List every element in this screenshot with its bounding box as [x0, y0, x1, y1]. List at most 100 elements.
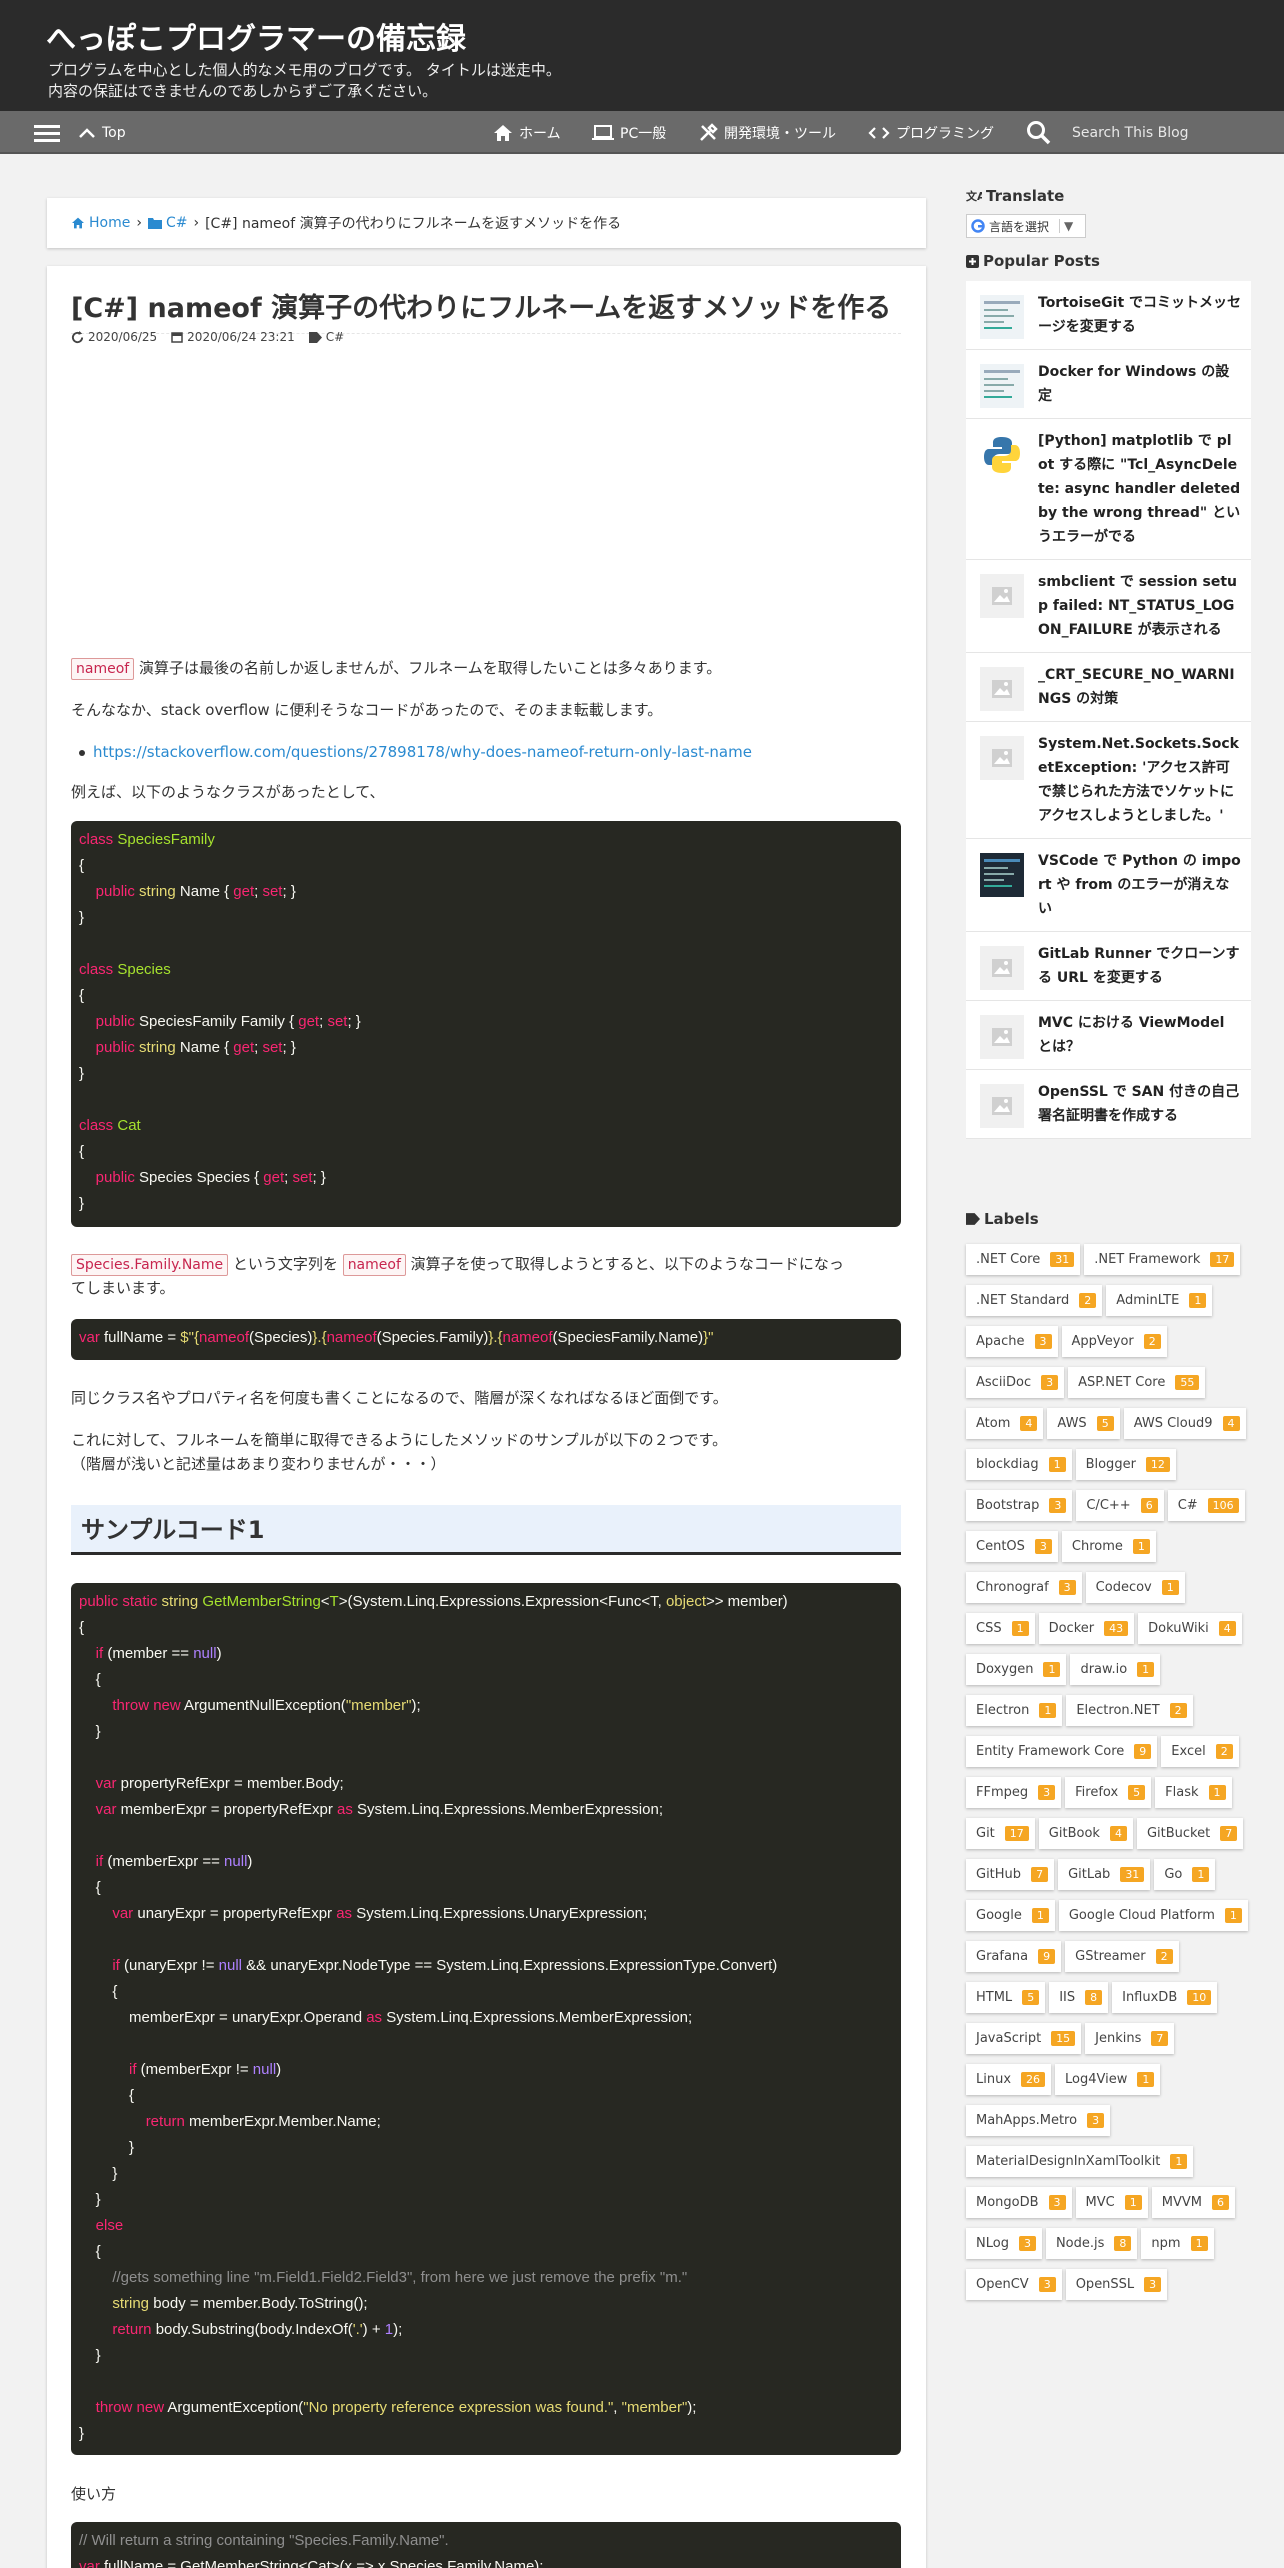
popular-post-item[interactable]: System.Net.Sockets.SocketException: 'アクセ… [966, 722, 1251, 839]
label-count: 3 [1087, 2113, 1105, 2128]
nav-tools-link[interactable]: 開発環境・ツール [698, 111, 836, 154]
search-input[interactable]: Search This Blog [1072, 125, 1189, 141]
label-count: 4 [1109, 1826, 1127, 1841]
label-chip[interactable]: HTML 5 [966, 1982, 1046, 2013]
nav-programming-link[interactable]: プログラミング [868, 111, 994, 154]
label-chip[interactable]: Entity Framework Core 9 [966, 1736, 1158, 1767]
label-chip[interactable]: GitBucket 7 [1136, 1818, 1244, 1849]
label-chip[interactable]: GitHub 7 [966, 1859, 1055, 1890]
label-chip[interactable]: Go 1 [1154, 1859, 1216, 1890]
label-chip[interactable]: Node.js 8 [1045, 2228, 1138, 2259]
label-chip[interactable]: AsciiDoc 3 [966, 1367, 1065, 1398]
label-chip[interactable]: Bootstrap 3 [966, 1490, 1073, 1521]
post-label[interactable]: C# [308, 330, 344, 344]
label-chip[interactable]: CentOS 3 [966, 1531, 1058, 1562]
label-chip[interactable]: Git 17 [966, 1818, 1035, 1849]
label-chip[interactable]: AWS 5 [1047, 1408, 1120, 1439]
label-chip[interactable]: Docker 43 [1038, 1613, 1135, 1644]
popular-post-item[interactable]: [Python] matplotlib で plot する際に "Tcl_Asy… [966, 419, 1251, 560]
label-chip[interactable]: Linux 26 [966, 2064, 1052, 2095]
label-chip[interactable]: .NET Framework 17 [1084, 1244, 1241, 1275]
label-count: 3 [1058, 1580, 1076, 1595]
label-chip[interactable]: DokuWiki 4 [1138, 1613, 1242, 1644]
nav-pc-link[interactable]: PC一般 [592, 111, 666, 154]
label-chip[interactable]: C# 106 [1167, 1490, 1245, 1521]
label-chip[interactable]: AppVeyor 2 [1061, 1326, 1167, 1357]
label-chip[interactable]: MahApps.Metro 3 [966, 2105, 1111, 2136]
label-chip[interactable]: Google 1 [966, 1900, 1055, 1931]
label-count: 9 [1038, 1949, 1056, 1964]
label-chip[interactable]: FFmpeg 3 [966, 1777, 1062, 1808]
label-chip[interactable]: Blogger 12 [1075, 1449, 1176, 1480]
label-chip[interactable]: AdminLTE 1 [1106, 1285, 1213, 1316]
label-chip[interactable]: IIS 8 [1049, 1982, 1109, 2013]
label-chip[interactable]: AWS Cloud9 4 [1123, 1408, 1246, 1439]
label-chip[interactable]: InfluxDB 10 [1112, 1982, 1218, 2013]
label-chip[interactable]: draw.io 1 [1070, 1654, 1161, 1685]
label-chip[interactable]: NLog 3 [966, 2228, 1042, 2259]
label-chip[interactable]: blockdiag 1 [966, 1449, 1072, 1480]
label-chip[interactable]: GStreamer 2 [1065, 1941, 1179, 1972]
label-count: 55 [1175, 1375, 1200, 1390]
label-chip[interactable]: Log4View 1 [1055, 2064, 1161, 2095]
updated-date-text: 2020/06/25 [88, 330, 158, 344]
label-chip[interactable]: Grafana 9 [966, 1941, 1062, 1972]
popular-post-item[interactable]: TortoiseGit でコミットメッセージを変更する [966, 281, 1251, 350]
search-box[interactable]: Search This Blog [1026, 111, 1189, 154]
label-name: AppVeyor [1071, 1334, 1134, 1349]
stackoverflow-link[interactable]: https://stackoverflow.com/questions/2789… [93, 743, 752, 761]
nav-home-label: ホーム [519, 125, 561, 142]
popular-post-item[interactable]: GitLab Runner でクローンする URL を変更する [966, 932, 1251, 1001]
label-chip[interactable]: Jenkins 7 [1085, 2023, 1175, 2054]
code-block: class SpeciesFamily { public string Name… [71, 821, 901, 1227]
label-chip[interactable]: Chronograf 3 [966, 1572, 1082, 1603]
breadcrumb-home-link[interactable]: Home [71, 215, 130, 231]
label-chip[interactable]: Atom 4 [966, 1408, 1044, 1439]
inline-code: nameof [342, 1254, 406, 1276]
popular-post-title: Docker for Windows の設定 [1038, 364, 1230, 404]
label-chip[interactable]: Excel 2 [1161, 1736, 1239, 1767]
label-chip[interactable]: C/C++ 6 [1076, 1490, 1164, 1521]
label-chip[interactable]: Electron 1 [966, 1695, 1063, 1726]
label-name: AWS [1057, 1416, 1087, 1431]
popular-post-item[interactable]: OpenSSL で SAN 付きの自己署名証明書を作成する [966, 1070, 1251, 1139]
label-chip[interactable]: Doxygen 1 [966, 1654, 1067, 1685]
popular-post-item[interactable]: smbclient で session setup failed: NT_STA… [966, 560, 1251, 653]
nav-top-link[interactable]: Top [78, 111, 126, 154]
label-chip[interactable]: Chrome 1 [1061, 1531, 1156, 1562]
label-chip[interactable]: Electron.NET 2 [1066, 1695, 1193, 1726]
label-count: 7 [1031, 1867, 1049, 1882]
label-chip[interactable]: GitLab 31 [1058, 1859, 1151, 1890]
label-chip[interactable]: Codecov 1 [1085, 1572, 1185, 1603]
label-chip[interactable]: Apache 3 [966, 1326, 1058, 1357]
label-name: Chrome [1071, 1539, 1123, 1554]
label-chip[interactable]: GitBook 4 [1038, 1818, 1133, 1849]
menu-button[interactable] [34, 111, 66, 154]
label-chip[interactable]: MVVM 6 [1151, 2187, 1235, 2218]
label-count: 1 [1048, 1457, 1066, 1472]
label-chip[interactable]: OpenCV 3 [966, 2269, 1062, 2300]
label-chip[interactable]: MVC 1 [1075, 2187, 1148, 2218]
popular-post-item[interactable]: VSCode で Python の import や from のエラーが消えな… [966, 839, 1251, 932]
label-chip[interactable]: .NET Standard 2 [966, 1285, 1103, 1316]
popular-post-item[interactable]: MVC における ViewModel とは？ [966, 1001, 1251, 1070]
label-chip[interactable]: CSS 1 [966, 1613, 1035, 1644]
label-chip[interactable]: MaterialDesignInXamlToolkit 1 [966, 2146, 1194, 2177]
popular-post-item[interactable]: Docker for Windows の設定 [966, 350, 1251, 419]
label-chip[interactable]: JavaScript 15 [966, 2023, 1082, 2054]
label-chip[interactable]: ASP.NET Core 55 [1068, 1367, 1206, 1398]
label-chip[interactable]: MongoDB 3 [966, 2187, 1072, 2218]
blog-title[interactable]: へっぽこプログラマーの備忘録 [46, 14, 466, 58]
label-chip[interactable]: Flask 1 [1155, 1777, 1232, 1808]
label-chip[interactable]: Firefox 5 [1065, 1777, 1152, 1808]
nav-programming-label: プログラミング [896, 125, 994, 142]
popular-post-item[interactable]: _CRT_SECURE_NO_WARNINGS の対策 [966, 653, 1251, 722]
nav-home-link[interactable]: ホーム [493, 111, 561, 154]
label-chip[interactable]: .NET Core 31 [966, 1244, 1081, 1275]
breadcrumb-category-link[interactable]: C# [147, 215, 187, 231]
label-count: 3 [1034, 1334, 1052, 1349]
language-select[interactable]: 言語を選択 ▼ [966, 214, 1086, 238]
label-chip[interactable]: Google Cloud Platform 1 [1058, 1900, 1248, 1931]
label-chip[interactable]: OpenSSL 3 [1065, 2269, 1168, 2300]
label-chip[interactable]: npm 1 [1141, 2228, 1214, 2259]
